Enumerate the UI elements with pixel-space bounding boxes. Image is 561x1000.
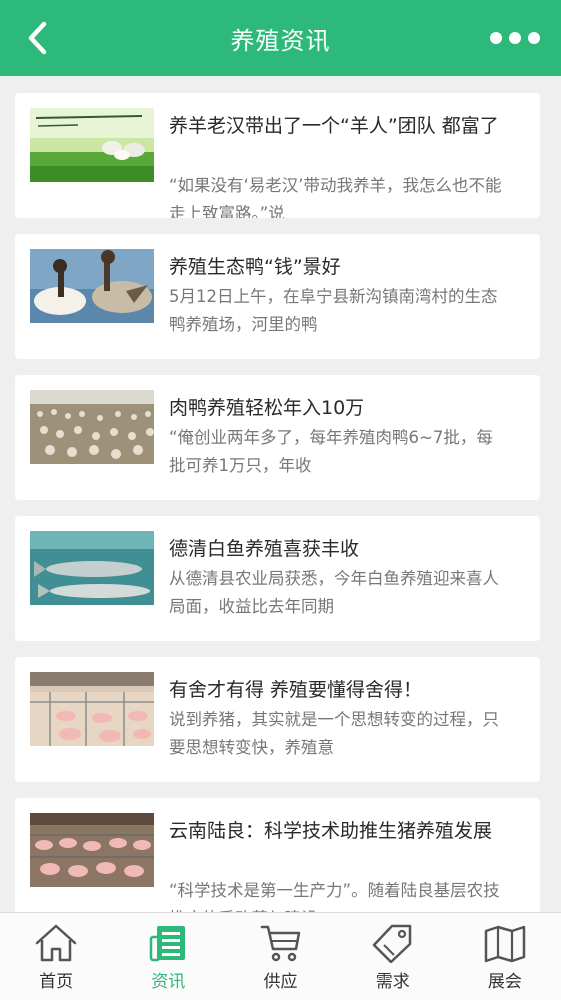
article-list[interactable]: 养羊老汉带出了一个“羊人”团队 都富了 “如果没有‘易老汉’带动我养羊，我怎么也… xyxy=(0,76,561,912)
article-card[interactable]: 养殖生态鸭“钱”景好 5月12日上午，在阜宁县新沟镇南湾村的生态鸭养殖场，河里的… xyxy=(15,234,540,359)
article-card[interactable]: 有舍才有得 养殖要懂得舍得！ 说到养猪，其实就是一个思想转变的过程，只要思想转变… xyxy=(15,657,540,782)
home-icon xyxy=(35,924,77,962)
sheep-photo xyxy=(30,108,154,182)
tab-exhibition[interactable]: 展会 xyxy=(449,913,561,1000)
tab-home[interactable]: 首页 xyxy=(0,913,112,1000)
tag-icon xyxy=(372,924,411,963)
article-summary: “科学技术是第一生产力”。随着陆良基层农技推广体系改革与建设 xyxy=(169,881,500,912)
cart-icon xyxy=(260,925,300,962)
top-bar: 养殖资讯 xyxy=(0,0,561,76)
back-button[interactable] xyxy=(18,18,58,58)
pig-pen-photo xyxy=(30,672,154,746)
article-summary: “俺创业两年多了，每年养殖肉鸭6~7批，每批可养1万只，年收 xyxy=(169,428,493,475)
article-summary: 从德清县农业局获悉，今年白鱼养殖迎来喜人局面，收益比去年同期 xyxy=(169,569,499,616)
more-options-button[interactable] xyxy=(485,18,545,58)
pig-farm-photo xyxy=(30,813,154,887)
tab-demand[interactable]: 需求 xyxy=(337,913,449,1000)
article-title: 有舍才有得 养殖要懂得舍得！ xyxy=(169,679,423,701)
article-title: 德清白鱼养殖喜获丰收 xyxy=(169,538,360,560)
fish-photo xyxy=(30,531,154,605)
article-title: 养殖生态鸭“钱”景好 xyxy=(169,256,341,278)
bottom-tab-bar: 首页 资讯 供应 需求 展会 xyxy=(0,912,561,1000)
article-summary: 说到养猪，其实就是一个思想转变的过程，只要思想转变快，养殖意 xyxy=(169,710,499,757)
tab-supply[interactable]: 供应 xyxy=(224,913,336,1000)
page-title: 养殖资讯 xyxy=(230,26,331,55)
article-summary: 5月12日上午，在阜宁县新沟镇南湾村的生态鸭养殖场，河里的鸭 xyxy=(169,287,498,334)
ducks-photo xyxy=(30,249,154,323)
duck-farm-photo xyxy=(30,390,154,464)
tab-label: 供应 xyxy=(263,972,298,992)
news-icon xyxy=(150,926,186,962)
article-card[interactable]: 德清白鱼养殖喜获丰收 从德清县农业局获悉，今年白鱼养殖迎来喜人局面，收益比去年同… xyxy=(15,516,540,641)
article-card[interactable]: 云南陆良：科学技术助推生猪养殖发展 “科学技术是第一生产力”。随着陆良基层农技推… xyxy=(15,798,540,912)
tab-label: 需求 xyxy=(375,972,410,992)
article-title: 肉鸭养殖轻松年入10万 xyxy=(169,397,365,419)
article-title: 云南陆良：科学技术助推生猪养殖发展 xyxy=(169,820,493,842)
article-card[interactable]: 肉鸭养殖轻松年入10万 “俺创业两年多了，每年养殖肉鸭6~7批，每批可养1万只，… xyxy=(15,375,540,500)
back-arrow-icon xyxy=(28,21,47,55)
tab-news[interactable]: 资讯 xyxy=(112,913,224,1000)
article-summary: “如果没有‘易老汉’带动我养羊，我怎么也不能走上致富路。”说 xyxy=(169,176,502,218)
article-title: 养羊老汉带出了一个“羊人”团队 都富了 xyxy=(169,115,499,137)
article-card[interactable]: 养羊老汉带出了一个“羊人”团队 都富了 “如果没有‘易老汉’带动我养羊，我怎么也… xyxy=(15,93,540,218)
tab-label: 首页 xyxy=(39,972,74,992)
tab-label: 展会 xyxy=(487,972,522,992)
map-icon xyxy=(484,925,526,963)
tab-label: 资讯 xyxy=(151,972,186,992)
dot-icon xyxy=(528,32,540,44)
dot-icon xyxy=(490,32,502,44)
dot-icon xyxy=(509,32,521,44)
